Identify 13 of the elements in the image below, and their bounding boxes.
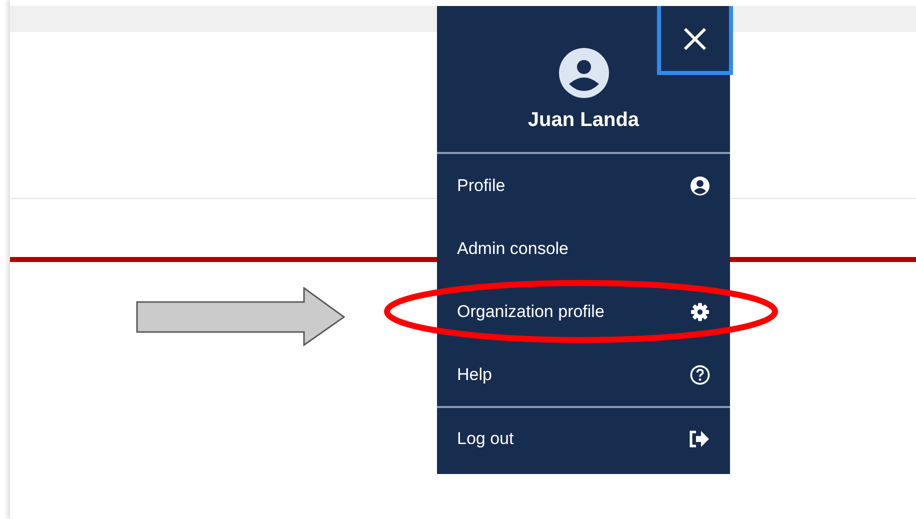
logout-icon [688, 428, 710, 448]
help-icon [690, 364, 710, 384]
avatar-icon [558, 47, 610, 99]
menu-item[interactable]: Help [437, 343, 730, 406]
menu-item[interactable]: Profile [437, 154, 730, 217]
close-icon [683, 26, 707, 50]
arrow-icon [136, 287, 348, 347]
menu-item[interactable]: Admin console [437, 217, 730, 280]
gear-icon [690, 302, 710, 322]
user-name: Juan Landa [528, 109, 640, 132]
menu-item[interactable]: Log out [437, 406, 730, 469]
close-button[interactable] [657, 6, 733, 75]
user-icon [690, 176, 710, 196]
